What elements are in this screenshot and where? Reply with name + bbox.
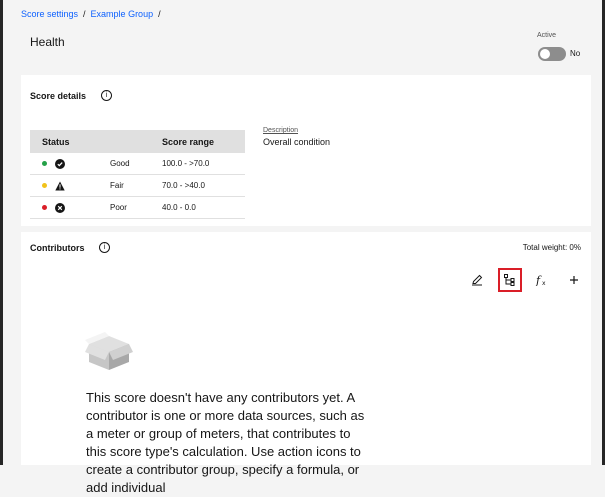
active-toggle[interactable] — [538, 47, 566, 61]
breadcrumb-example-group[interactable]: Example Group — [91, 9, 154, 19]
description-value: Overall condition — [263, 137, 331, 147]
score-details-card: Score details i Status Score range Good … — [21, 75, 591, 226]
status-dot — [42, 161, 47, 166]
check-circle-icon — [55, 158, 66, 169]
status-cell — [30, 174, 110, 197]
window-edge-left — [0, 0, 3, 465]
status-dot — [42, 205, 47, 210]
column-header-spacer — [110, 130, 162, 153]
page-title: Health — [30, 35, 65, 49]
empty-state-message: This score doesn't have any contributors… — [86, 390, 365, 495]
edit-icon[interactable] — [466, 269, 488, 291]
breadcrumb-separator: / — [158, 9, 161, 19]
empty-box-icon — [85, 332, 133, 379]
score-range-value: 70.0 - >40.0 — [162, 174, 245, 197]
breadcrumb: Score settings / Example Group / — [21, 9, 161, 19]
breadcrumb-separator: / — [83, 9, 86, 19]
breadcrumb-score-settings[interactable]: Score settings — [21, 9, 78, 19]
status-cell — [30, 196, 110, 219]
info-icon[interactable]: i — [99, 242, 110, 253]
page-header: Health Active No — [21, 25, 591, 72]
table-row: Poor 40.0 - 0.0 — [30, 196, 245, 219]
warning-triangle-icon — [55, 181, 65, 191]
table-header-row: Status Score range — [30, 130, 245, 153]
function-icon[interactable]: fx — [531, 269, 553, 291]
column-header-score-range: Score range — [162, 130, 245, 153]
svg-text:f: f — [535, 274, 542, 286]
contributors-title: Contributors — [30, 243, 85, 253]
active-label: Active — [537, 32, 557, 39]
score-details-title: Score details — [30, 91, 87, 101]
status-cell — [30, 153, 110, 175]
status-label: Poor — [110, 196, 162, 219]
column-header-status: Status — [30, 130, 110, 153]
total-weight: Total weight: 0% — [522, 243, 581, 252]
add-icon[interactable] — [563, 269, 585, 291]
score-range-value: 100.0 - >70.0 — [162, 153, 245, 175]
description-label: Description — [263, 127, 299, 134]
status-label: Good — [110, 153, 162, 175]
error-circle-icon — [55, 202, 66, 213]
table-row: Fair 70.0 - >40.0 — [30, 174, 245, 197]
status-label: Fair — [110, 174, 162, 197]
info-icon[interactable]: i — [101, 90, 112, 101]
table-row: Good 100.0 - >70.0 — [30, 153, 245, 175]
status-table: Status Score range Good 100.0 - >70.0 Fa… — [30, 130, 245, 219]
hierarchy-icon[interactable] — [498, 268, 522, 292]
active-toggle-value: No — [570, 49, 581, 58]
svg-text:x: x — [542, 280, 546, 286]
score-range-value: 40.0 - 0.0 — [162, 196, 245, 219]
status-dot — [42, 183, 47, 188]
contributors-card: Contributors i Total weight: 0% fx This … — [21, 232, 591, 495]
